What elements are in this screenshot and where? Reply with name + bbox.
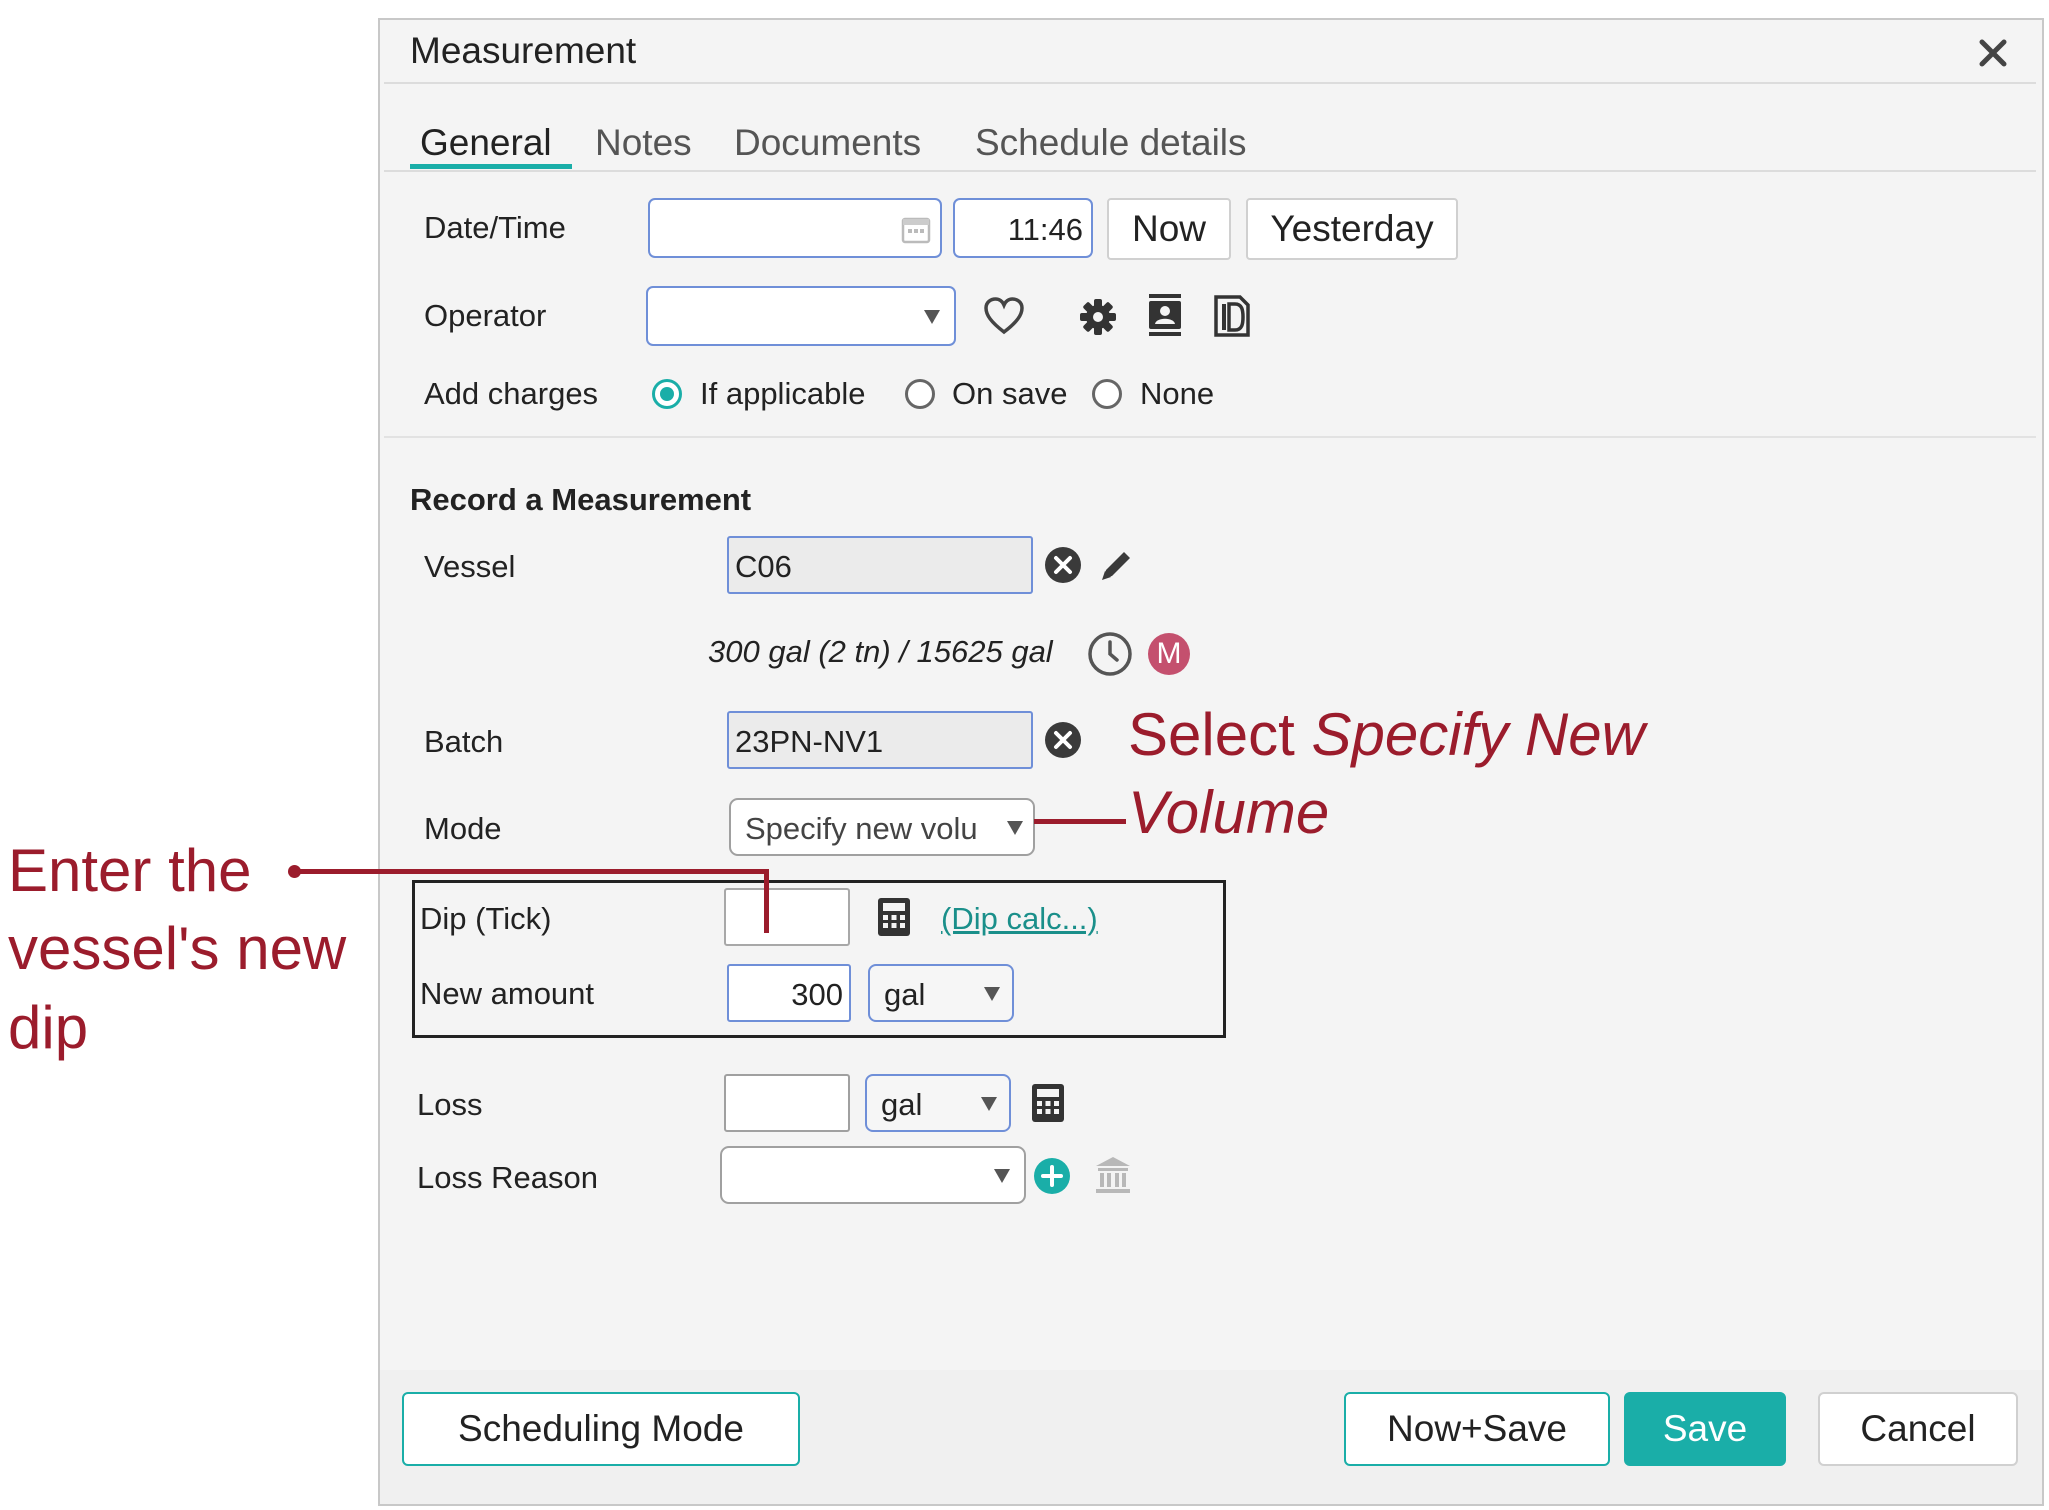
radio-none[interactable] (1092, 379, 1122, 409)
date-input[interactable] (648, 198, 942, 258)
batch-value: 23PN-NV1 (735, 724, 884, 759)
heart-icon[interactable] (983, 296, 1025, 336)
cancel-button[interactable]: Cancel (1818, 1392, 2018, 1466)
new-amount-input[interactable]: 300 (727, 964, 851, 1022)
tab-divider (384, 170, 2036, 172)
vessel-label: Vessel (424, 549, 516, 584)
mode-select[interactable]: Specify new volu (729, 798, 1035, 856)
operator-select[interactable] (646, 286, 956, 346)
calendar-icon[interactable] (900, 213, 932, 245)
radio-on-save-label: On save (952, 376, 1068, 411)
radio-if-applicable[interactable] (652, 379, 682, 409)
section-heading: Record a Measurement (410, 482, 752, 517)
clear-vessel-icon[interactable] (1044, 546, 1082, 584)
annotation-left-connector-down (764, 869, 769, 933)
chevron-down-icon (984, 987, 1000, 1001)
radio-if-applicable-label: If applicable (700, 376, 866, 411)
edit-pencil-icon[interactable] (1098, 546, 1136, 584)
document-icon[interactable] (1212, 294, 1252, 338)
batch-label: Batch (424, 724, 504, 759)
close-icon[interactable] (1976, 36, 2010, 70)
operator-label: Operator (424, 298, 547, 333)
chevron-down-icon (981, 1097, 997, 1111)
add-charges-label: Add charges (424, 376, 599, 411)
annotation-right-italic-1: Specify New (1311, 701, 1645, 768)
scheduling-mode-button[interactable]: Scheduling Mode (402, 1392, 800, 1466)
add-circle-icon[interactable] (1033, 1157, 1071, 1195)
save-button[interactable]: Save (1624, 1392, 1786, 1466)
new-amount-unit-value: gal (884, 977, 926, 1012)
time-value: 11:46 (1007, 212, 1083, 247)
calculator-icon[interactable] (876, 896, 912, 938)
vessel-capacity-info: 300 gal (2 tn) / 15625 gal (708, 634, 1053, 669)
loss-unit-value: gal (881, 1087, 923, 1122)
loss-reason-label: Loss Reason (417, 1160, 598, 1195)
contact-card-icon[interactable] (1145, 292, 1185, 338)
tab-schedule-details[interactable]: Schedule details (975, 122, 1247, 164)
mode-value: Specify new volu (745, 811, 978, 846)
loss-label: Loss (417, 1087, 483, 1122)
yesterday-button[interactable]: Yesterday (1246, 198, 1458, 260)
annotation-left-line-2: vessel's new (8, 915, 347, 982)
chevron-down-icon (994, 1169, 1010, 1183)
loss-input[interactable] (724, 1074, 850, 1132)
radio-none-label: None (1140, 376, 1215, 411)
annotation-left-connector (296, 869, 768, 874)
clock-icon[interactable] (1086, 630, 1134, 678)
dip-input[interactable] (724, 888, 850, 946)
chevron-down-icon (1007, 821, 1023, 835)
annotation-left-dot (288, 865, 301, 878)
radio-on-save[interactable] (905, 379, 935, 409)
loss-calculator-icon[interactable] (1030, 1082, 1066, 1124)
now-button[interactable]: Now (1107, 198, 1231, 260)
bank-icon[interactable] (1094, 1155, 1132, 1195)
tab-documents[interactable]: Documents (734, 122, 921, 164)
vessel-input[interactable]: C06 (727, 536, 1033, 594)
loss-reason-select[interactable] (720, 1146, 1026, 1204)
annotation-left-line-3: dip (8, 994, 89, 1061)
dip-calc-link[interactable]: (Dip calc...) (941, 901, 1098, 937)
loss-unit-select[interactable]: gal (865, 1074, 1011, 1132)
annotation-left-line-1: Enter the (8, 837, 252, 904)
tab-notes[interactable]: Notes (595, 122, 692, 164)
dip-label: Dip (Tick) (420, 901, 552, 936)
new-amount-value: 300 (791, 977, 843, 1012)
annotation-right-prefix: Select (1128, 701, 1312, 768)
annotation-right-line-1: Select Specify New (1128, 700, 1645, 769)
section-divider (384, 436, 2036, 438)
clear-batch-icon[interactable] (1044, 721, 1082, 759)
dialog-title: Measurement (410, 30, 637, 71)
annotation-right-line-2: Volume (1128, 779, 1330, 846)
time-input[interactable]: 11:46 (953, 198, 1093, 258)
gear-icon[interactable] (1078, 297, 1118, 337)
new-amount-label: New amount (420, 976, 595, 1011)
datetime-label: Date/Time (424, 210, 566, 245)
annotation-right-connector (1034, 819, 1126, 824)
active-tab-indicator (410, 164, 572, 169)
chevron-down-icon (924, 310, 940, 324)
m-badge[interactable]: M (1148, 633, 1190, 675)
batch-input[interactable]: 23PN-NV1 (727, 711, 1033, 769)
mode-label: Mode (424, 811, 502, 846)
tab-general[interactable]: General (420, 122, 552, 164)
title-divider (384, 82, 2036, 84)
vessel-value: C06 (735, 549, 792, 584)
now-save-button[interactable]: Now+Save (1344, 1392, 1610, 1466)
new-amount-unit-select[interactable]: gal (868, 964, 1014, 1022)
